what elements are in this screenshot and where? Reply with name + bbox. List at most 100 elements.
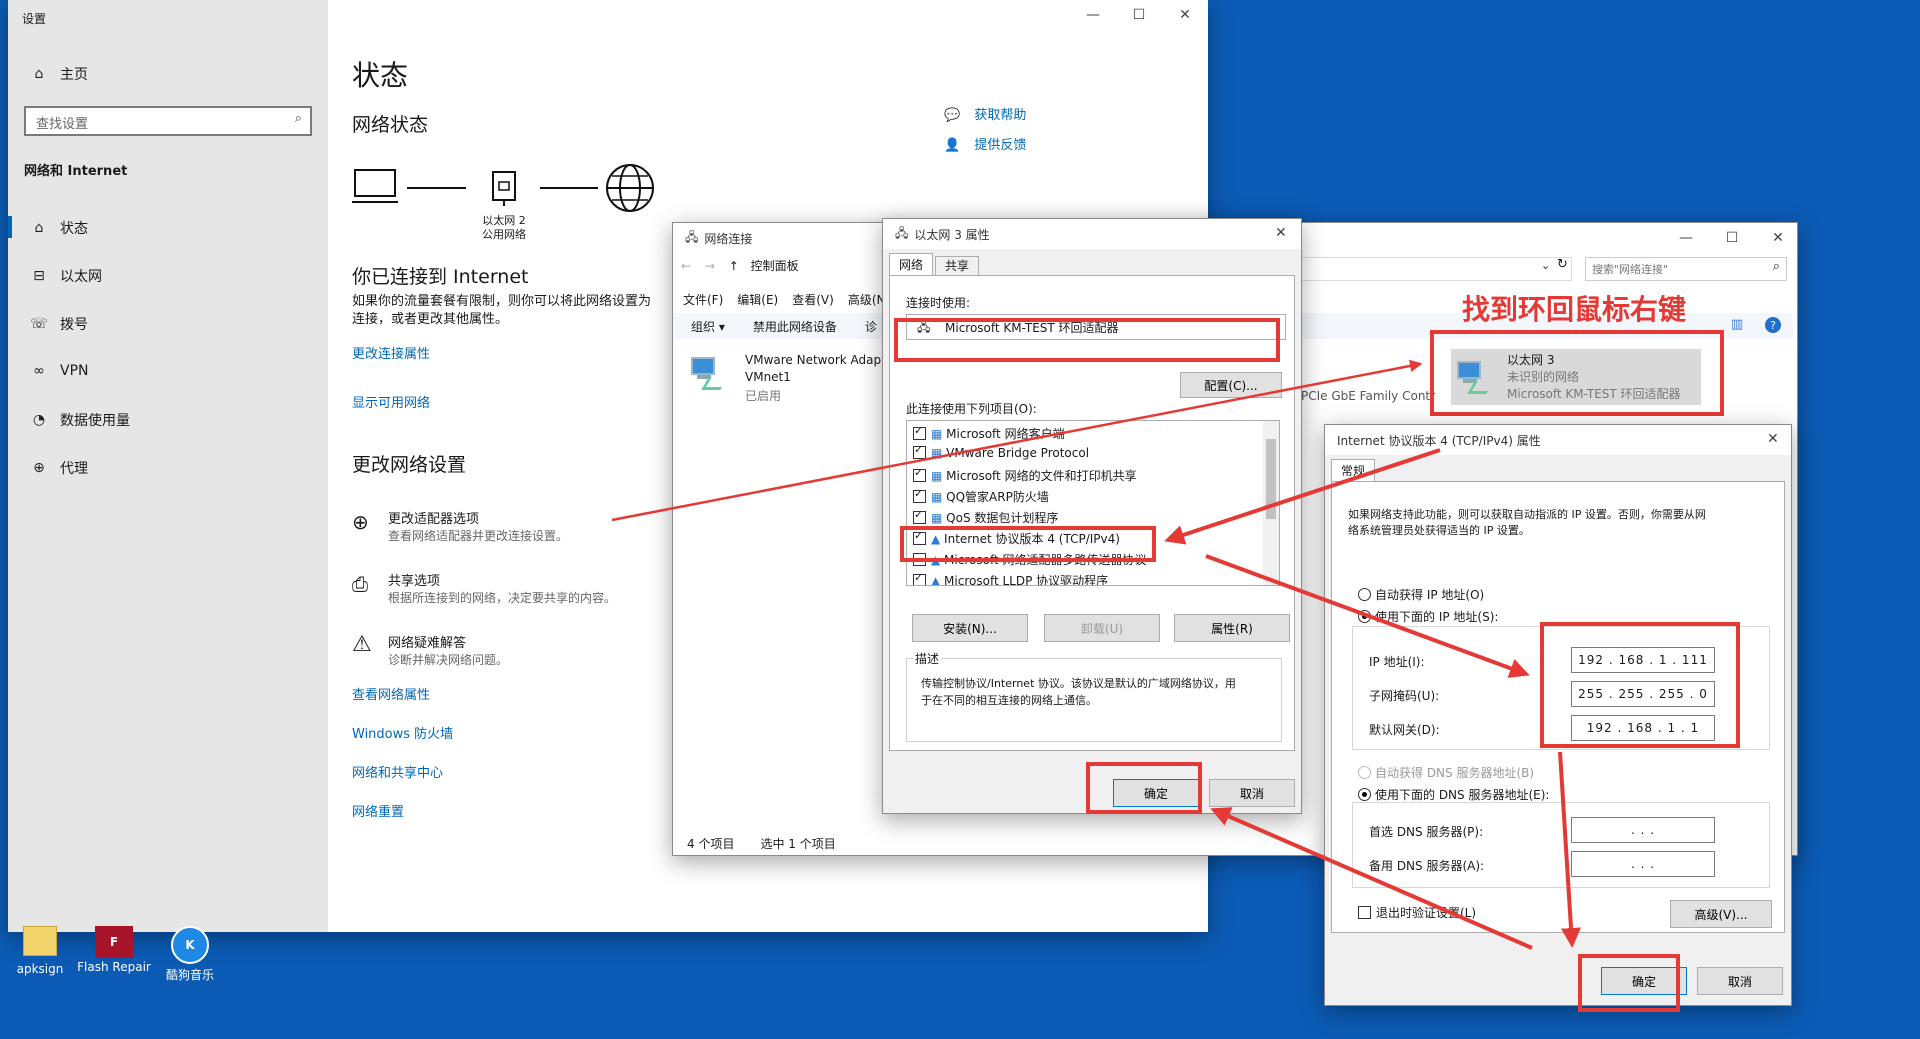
diagnose-button[interactable]: 诊 xyxy=(865,318,877,335)
network-diagram: 以太网 2 公用网络 xyxy=(352,160,662,250)
internet-globe-icon xyxy=(606,164,654,212)
tab-network[interactable]: 网络 xyxy=(889,253,933,276)
checkbox[interactable] xyxy=(1358,906,1371,919)
view-network-properties-link[interactable]: 查看网络属性 xyxy=(352,684,430,703)
tab-sharing[interactable]: 共享 xyxy=(935,256,979,276)
nav-item-vpn[interactable]: ∞ VPN xyxy=(30,362,88,380)
configure-button[interactable]: 配置(C)... xyxy=(1180,372,1282,398)
search-input[interactable]: 查找设置 xyxy=(36,113,88,132)
status-selected-count: 选中 1 个项目 xyxy=(760,837,836,851)
radio[interactable] xyxy=(1358,610,1371,623)
refresh-icon[interactable]: ↻ xyxy=(1557,257,1568,272)
minimize-button[interactable]: — xyxy=(1663,223,1709,253)
install-button[interactable]: 安装(N)... xyxy=(912,614,1028,642)
forward-icon[interactable]: → xyxy=(705,259,715,273)
checkbox[interactable] xyxy=(913,508,926,524)
properties-button[interactable]: 属性(R) xyxy=(1174,614,1290,642)
ip-label: IP 地址(I): xyxy=(1369,655,1425,669)
tab-general[interactable]: 常规 xyxy=(1331,459,1375,482)
router-icon xyxy=(492,171,516,206)
manual-dns-radio[interactable]: 使用下面的 DNS 服务器地址(E): xyxy=(1358,786,1549,803)
minimize-button[interactable]: — xyxy=(1070,0,1116,30)
auto-dns-radio[interactable]: 自动获得 DNS 服务器地址(B) xyxy=(1358,764,1534,781)
netconn-search-input[interactable]: 搜索"网络连接" xyxy=(1592,261,1668,277)
manual-ip-radio[interactable]: 使用下面的 IP 地址(S): xyxy=(1358,608,1498,625)
list-item[interactable]: ▦ VMware Bridge Protocol xyxy=(913,443,1089,460)
cancel-button[interactable]: 取消 xyxy=(1697,967,1783,995)
preferred-dns-input[interactable]: . . . xyxy=(1571,817,1715,843)
feedback[interactable]: 👤 提供反馈 xyxy=(944,134,1026,153)
dns1-label: 首选 DNS 服务器(P): xyxy=(1369,825,1484,839)
list-item[interactable]: ▦ Microsoft 网络客户端 xyxy=(913,424,1065,442)
radio[interactable] xyxy=(1358,588,1371,601)
view-toggle-icon[interactable]: ▥ xyxy=(1731,317,1743,332)
dns-group: 首选 DNS 服务器(P): . . . 备用 DNS 服务器(A): . . … xyxy=(1352,802,1770,888)
nav-item-status[interactable]: ⌂ 状态 xyxy=(30,218,88,238)
dropdown-chevron-icon[interactable]: ⌄ xyxy=(1541,259,1550,272)
change-connection-properties-link[interactable]: 更改连接属性 xyxy=(352,343,430,362)
maximize-button[interactable]: ☐ xyxy=(1116,0,1162,30)
list-item[interactable]: ▦ Microsoft 网络的文件和打印机共享 xyxy=(913,466,1137,484)
menu-edit[interactable]: 编辑(E) xyxy=(737,291,778,308)
checkbox[interactable] xyxy=(913,571,926,585)
desktop-icon-flash-repair[interactable]: F Flash Repair xyxy=(72,926,156,974)
nav-section-title: 网络和 Internet xyxy=(24,164,128,179)
checkbox[interactable] xyxy=(913,487,926,503)
vertical-scrollbar[interactable] xyxy=(1263,421,1279,585)
auto-ip-label: 自动获得 IP 地址(O) xyxy=(1375,588,1485,602)
menu-advanced[interactable]: 高级(N xyxy=(848,291,886,308)
nav-item-data-usage[interactable]: ◔ 数据使用量 xyxy=(30,410,130,430)
back-icon[interactable]: ← xyxy=(681,259,691,273)
option-troubleshoot[interactable]: ⚠ 网络疑难解答 诊断并解决网络问题。 xyxy=(352,632,612,672)
network-reset-link[interactable]: 网络重置 xyxy=(352,801,404,820)
windows-firewall-link[interactable]: Windows 防火墙 xyxy=(352,723,453,742)
disable-device-button[interactable]: 禁用此网络设备 xyxy=(753,318,837,335)
advanced-button[interactable]: 高级(V)... xyxy=(1670,900,1772,928)
search-box[interactable]: 查找设置 ⌕ xyxy=(24,106,312,136)
settings-window-controls: — ☐ ✕ xyxy=(1070,0,1208,30)
checkbox[interactable] xyxy=(913,424,926,440)
uninstall-button[interactable]: 卸载(U) xyxy=(1044,614,1160,642)
list-item[interactable]: ▲ Microsoft LLDP 协议驱动程序 xyxy=(913,571,1108,586)
close-button[interactable]: ✕ xyxy=(1275,225,1287,241)
auto-ip-radio[interactable]: 自动获得 IP 地址(O) xyxy=(1358,586,1484,603)
close-button[interactable]: ✕ xyxy=(1162,0,1208,30)
desktop-icon-apksign[interactable]: apksign xyxy=(10,926,70,976)
option-adapter[interactable]: ⊕ 更改适配器选项 查看网络适配器并更改连接设置。 xyxy=(352,508,612,548)
list-item[interactable]: ▦ QQ管家ARP防火墙 xyxy=(913,487,1049,505)
help-circle-icon[interactable]: ? xyxy=(1765,317,1781,333)
description-group: 描述 传输控制协议/Internet 协议。该协议是默认的广域网络协议，用 于在… xyxy=(906,650,1282,742)
desktop-icon-kugou[interactable]: K 酷狗音乐 xyxy=(158,926,222,983)
nav-item-ethernet[interactable]: ⊟ 以太网 xyxy=(30,266,102,286)
mask-label: 子网掩码(U): xyxy=(1369,689,1440,703)
menu-view[interactable]: 查看(V) xyxy=(792,291,834,308)
close-button[interactable]: ✕ xyxy=(1767,431,1779,447)
item-icon: ▲ xyxy=(931,574,945,586)
scrollbar-thumb[interactable] xyxy=(1266,439,1276,519)
list-item[interactable]: ▦ QoS 数据包计划程序 xyxy=(913,508,1058,526)
checkbox[interactable] xyxy=(913,466,926,482)
nav-home[interactable]: ⌂ 主页 xyxy=(30,64,88,84)
up-icon[interactable]: ↑ xyxy=(729,259,739,273)
radio[interactable] xyxy=(1358,766,1371,779)
nav-item-proxy[interactable]: ⊕ 代理 xyxy=(30,458,88,478)
alternate-dns-input[interactable]: . . . xyxy=(1571,851,1715,877)
get-help-link[interactable]: 获取帮助 xyxy=(974,108,1026,123)
validate-checkbox[interactable]: 退出时验证设置(L) xyxy=(1358,904,1476,921)
nav-item-dialup[interactable]: ☏ 拨号 xyxy=(30,314,88,334)
radio[interactable] xyxy=(1358,788,1371,801)
get-help[interactable]: 💬 获取帮助 xyxy=(944,104,1026,123)
option-sharing[interactable]: ⎙ 共享选项 根据所连接到的网络，决定要共享的内容。 xyxy=(352,570,672,610)
netconn-search[interactable]: 搜索"网络连接" ⌕ xyxy=(1585,257,1787,281)
close-button[interactable]: ✕ xyxy=(1755,223,1801,253)
network-sharing-center-link[interactable]: 网络和共享中心 xyxy=(352,762,443,781)
organize-button[interactable]: 组织 ▾ xyxy=(691,318,725,335)
menu-file[interactable]: 文件(F) xyxy=(683,291,723,308)
maximize-button[interactable]: ☐ xyxy=(1709,223,1755,253)
cancel-button[interactable]: 取消 xyxy=(1209,779,1295,807)
checkbox[interactable] xyxy=(913,443,926,459)
show-available-networks-link[interactable]: 显示可用网络 xyxy=(352,392,430,411)
breadcrumb[interactable]: 控制面板 xyxy=(751,259,799,273)
adapter-vmnet1[interactable]: VMware Network Adap VMnet1 已启用 xyxy=(689,351,889,411)
feedback-link[interactable]: 提供反馈 xyxy=(974,138,1026,153)
